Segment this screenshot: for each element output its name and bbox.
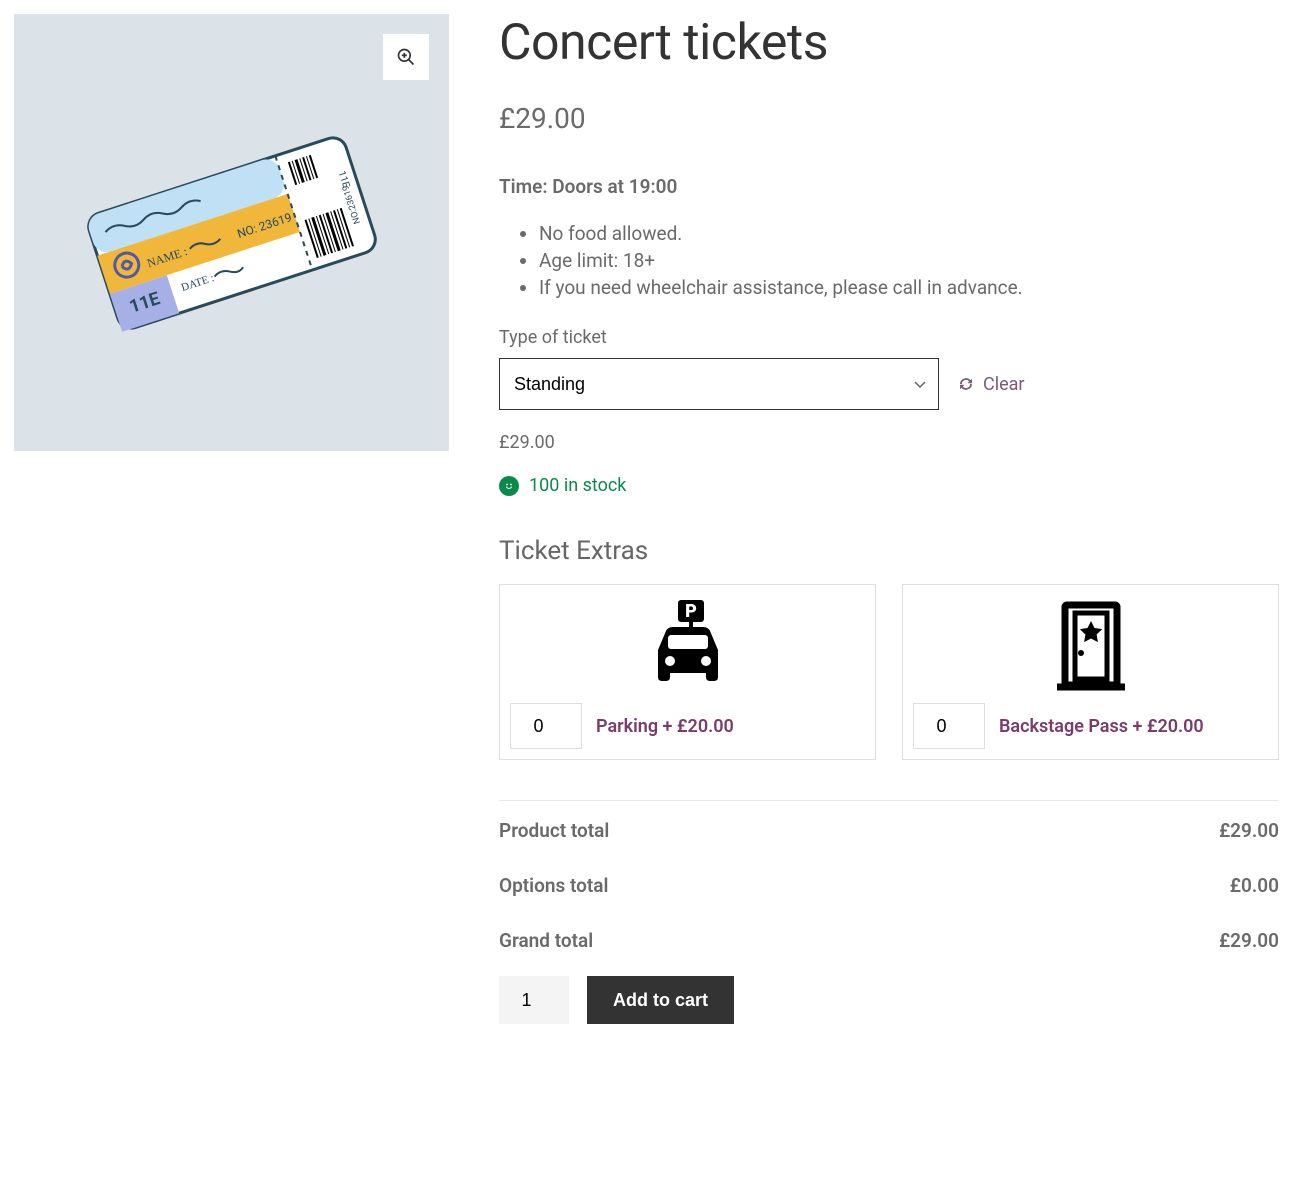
total-label: Product total [499, 819, 609, 842]
ticket-illustration-icon: NAME : NO: 23619 DATE : 11E [67, 113, 397, 353]
cart-quantity-input[interactable] [499, 976, 569, 1024]
extra-qty-backstage[interactable] [913, 703, 985, 749]
clear-variation-link[interactable]: Clear [957, 374, 1025, 395]
product-title: Concert tickets [499, 14, 1279, 72]
ticket-type-select[interactable]: Standing [499, 358, 939, 410]
zoom-button[interactable] [383, 34, 429, 80]
total-row-product: Product total £29.00 [499, 801, 1279, 856]
total-value: £0.00 [1230, 874, 1279, 897]
stock-status: 100 in stock [499, 475, 1279, 496]
total-row-options: Options total £0.00 [499, 856, 1279, 911]
extra-card-parking: P Parking + £20.00 [499, 584, 876, 760]
stock-text: 100 in stock [529, 475, 626, 496]
variation-price: £29.00 [499, 432, 1279, 453]
total-value: £29.00 [1219, 929, 1279, 952]
parking-car-icon: P [638, 595, 738, 695]
refresh-icon [957, 375, 975, 393]
total-label: Options total [499, 874, 608, 897]
time-info: Time: Doors at 19:00 [499, 175, 1279, 198]
rule-item: No food allowed. [539, 222, 1279, 245]
magnify-plus-icon [396, 47, 416, 67]
product-image[interactable]: NAME : NO: 23619 DATE : 11E [14, 14, 449, 451]
extra-label-parking: Parking + £20.00 [596, 716, 734, 737]
extra-qty-parking[interactable] [510, 703, 582, 749]
backstage-door-icon [1041, 595, 1141, 695]
clear-label: Clear [983, 374, 1025, 395]
extra-label-backstage: Backstage Pass + £20.00 [999, 716, 1204, 737]
smiley-icon [499, 476, 519, 496]
extras-heading: Ticket Extras [499, 536, 1279, 566]
total-row-grand: Grand total £29.00 [499, 911, 1279, 966]
add-to-cart-button[interactable]: Add to cart [587, 976, 734, 1024]
product-price: £29.00 [499, 102, 1279, 135]
totals-section: Product total £29.00 Options total £0.00… [499, 800, 1279, 966]
total-label: Grand total [499, 929, 593, 952]
variation-label: Type of ticket [499, 327, 1279, 348]
rules-list: No food allowed. Age limit: 18+ If you n… [539, 222, 1279, 299]
rule-item: Age limit: 18+ [539, 249, 1279, 272]
rule-item: If you need wheelchair assistance, pleas… [539, 276, 1279, 299]
total-value: £29.00 [1219, 819, 1279, 842]
svg-text:P: P [685, 601, 697, 622]
extra-card-backstage: Backstage Pass + £20.00 [902, 584, 1279, 760]
